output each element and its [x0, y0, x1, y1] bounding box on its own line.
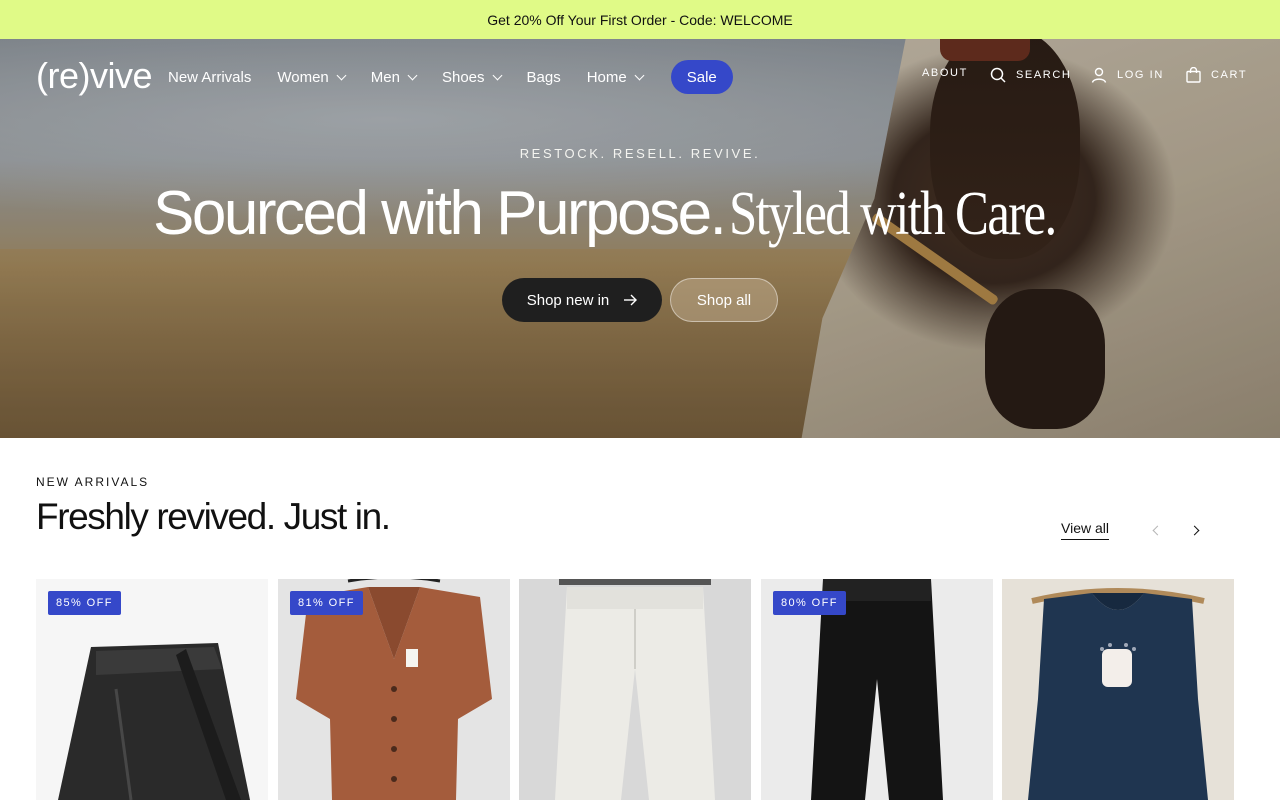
nav-item-label: New Arrivals: [168, 68, 252, 86]
nav-item-new-arrivals[interactable]: New Arrivals: [168, 69, 251, 86]
chevron-left-icon: [1152, 525, 1163, 535]
product-carousel: 85% OFF 81% OFF 80% OFF: [36, 579, 1234, 800]
cart-button[interactable]: CART: [1186, 67, 1247, 83]
section-title: Freshly revived. Just in.: [36, 496, 391, 537]
announcement-bar: Get 20% Off Your First Order - Code: WEL…: [0, 0, 1280, 39]
chevron-down-icon: [336, 70, 347, 80]
shopping-bag-icon: [1186, 67, 1201, 83]
nav-item-label: Home: [586, 68, 627, 86]
chevron-right-icon: [1189, 525, 1200, 535]
shop-all-label: Shop all: [696, 291, 752, 309]
arrow-right-icon: [624, 294, 638, 306]
shop-new-in-button[interactable]: Shop new in: [502, 278, 662, 322]
discount-badge: 85% OFF: [48, 591, 121, 615]
main-navigation: (re)vive New Arrivals Women Men Shoes Ba…: [0, 39, 1280, 113]
login-button[interactable]: LOG IN: [1091, 67, 1164, 83]
discount-badge: 80% OFF: [773, 591, 846, 615]
carousel-prev-button[interactable]: [1146, 520, 1166, 540]
view-all-link[interactable]: View all: [1061, 520, 1109, 540]
nav-item-women[interactable]: Women: [277, 68, 347, 86]
about-label: ABOUT: [922, 67, 968, 79]
product-card[interactable]: 81% OFF: [278, 579, 510, 800]
search-button[interactable]: SEARCH: [990, 67, 1071, 83]
hero-headline-sans: Sourced with Purpose.: [153, 179, 727, 248]
section-eyebrow: NEW ARRIVALS: [36, 475, 150, 489]
product-card[interactable]: [519, 579, 751, 800]
announcement-text: Get 20% Off Your First Order - Code: WEL…: [487, 11, 793, 28]
shop-all-button[interactable]: Shop all: [670, 278, 778, 322]
light-trousers-image: [555, 579, 715, 800]
search-label: SEARCH: [1016, 69, 1072, 81]
chevron-down-icon: [407, 70, 418, 80]
navy-top-image: [1028, 588, 1208, 800]
hero-headline: Sourced with Purpose. Styled with Care.: [0, 178, 1280, 250]
nav-links: New Arrivals Women Men Shoes Bags Home S…: [168, 60, 733, 94]
product-card[interactable]: 85% OFF: [36, 579, 268, 800]
nav-item-label: Shoes: [441, 68, 485, 86]
product-image[interactable]: [519, 579, 751, 800]
cart-label: CART: [1211, 69, 1248, 81]
nav-item-shoes[interactable]: Shoes: [441, 68, 502, 86]
nav-item-label: Women: [277, 68, 329, 86]
carousel-next-button[interactable]: [1186, 520, 1206, 540]
nav-item-home[interactable]: Home: [586, 68, 645, 86]
shop-new-in-label: Shop new in: [526, 291, 610, 309]
nav-item-label: Men: [370, 68, 400, 86]
hero-headline-serif: Styled with Care.: [728, 180, 1057, 248]
about-link[interactable]: ABOUT: [922, 67, 968, 79]
nav-item-bags[interactable]: Bags: [527, 69, 561, 86]
user-icon: [1091, 67, 1107, 83]
nav-item-label: Bags: [526, 68, 561, 86]
login-label: LOG IN: [1117, 69, 1164, 81]
product-image[interactable]: [1002, 579, 1234, 800]
brand-logo[interactable]: (re)vive: [36, 55, 153, 97]
chevron-down-icon: [492, 70, 502, 80]
search-icon: [990, 67, 1006, 83]
product-card[interactable]: [1002, 579, 1234, 800]
product-card[interactable]: 80% OFF: [761, 579, 993, 800]
hero-eyebrow: RESTOCK. RESELL. REVIVE.: [519, 146, 761, 161]
chevron-down-icon: [634, 70, 645, 80]
nav-sale-button[interactable]: Sale: [670, 60, 733, 94]
nav-item-men[interactable]: Men: [370, 68, 418, 86]
discount-badge: 81% OFF: [290, 591, 363, 615]
